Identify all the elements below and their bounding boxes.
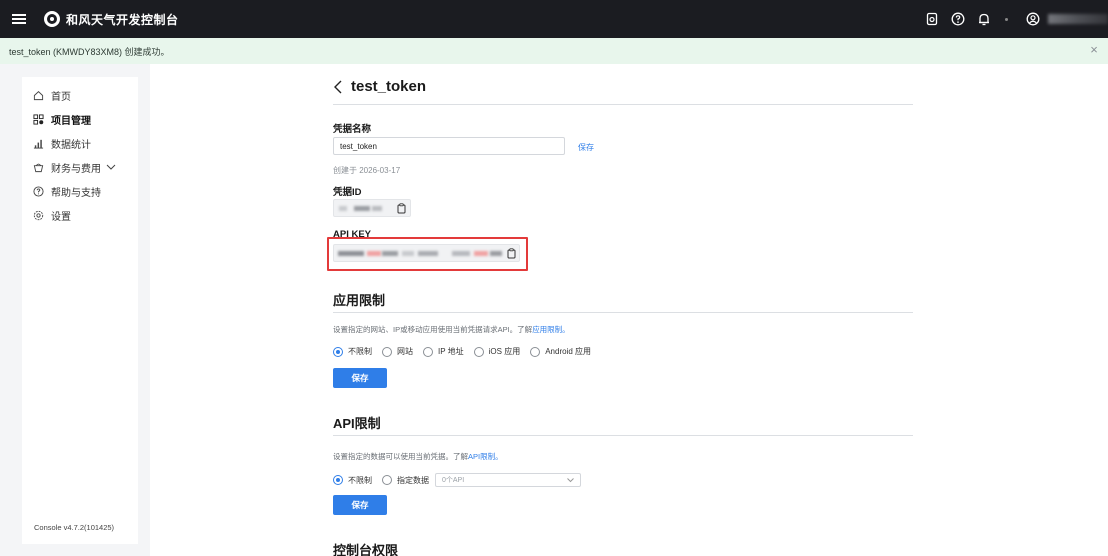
document-icon[interactable] <box>921 8 943 30</box>
credential-id-label: 凭据ID <box>333 187 362 198</box>
api-restriction-options: 不限制 指定数据 0个API <box>333 473 581 487</box>
app-restriction-save-button[interactable]: 保存 <box>333 368 387 388</box>
help-icon[interactable] <box>947 8 969 30</box>
sidebar-item-statistics[interactable]: 数据统计 <box>22 133 138 153</box>
sidebar-item-finance[interactable]: 财务与费用 <box>22 157 138 177</box>
sidebar-item-label: 数据统计 <box>51 139 91 151</box>
menu-icon[interactable] <box>12 12 30 26</box>
username-redacted[interactable] <box>1048 14 1108 24</box>
user-icon[interactable] <box>1022 8 1044 30</box>
radio-no-limit[interactable]: 不限制 <box>333 346 372 357</box>
radio-icon[interactable] <box>382 346 392 357</box>
api-key-value[interactable] <box>333 244 520 262</box>
console-permission-title: 控制台权限 <box>333 543 399 556</box>
api-select-dropdown[interactable]: 0个API <box>435 473 581 487</box>
divider <box>333 435 913 436</box>
page-title: test_token <box>351 78 427 95</box>
api-restriction-learn-link[interactable]: API限制。 <box>468 452 503 461</box>
banner-message: test_token (KMWDY83XM8) 创建成功。 <box>9 46 170 57</box>
radio-android[interactable]: Android 应用 <box>530 346 591 357</box>
sidebar-item-settings[interactable]: 设置 <box>22 205 138 225</box>
top-bar: 和风天气开发控制台 <box>0 0 1108 38</box>
app-restriction-options: 不限制 网站 IP 地址 iOS 应用 Android 应用 <box>333 346 601 357</box>
created-date: 创建于 2026-03-17 <box>333 166 401 175</box>
radio-icon[interactable] <box>423 346 433 357</box>
bell-icon[interactable] <box>973 8 995 30</box>
radio-no-limit[interactable]: 不限制 <box>333 475 372 486</box>
credential-name-label: 凭据名称 <box>333 124 372 135</box>
sidebar: 首页 项目管理 数据统计 财务与费用 帮助与支持 设置 Console v4.7… <box>22 77 138 544</box>
close-icon[interactable]: × <box>1088 43 1100 56</box>
divider <box>333 104 913 105</box>
sidebar-item-help[interactable]: 帮助与支持 <box>22 181 138 201</box>
radio-icon[interactable] <box>382 475 392 485</box>
radio-checked-icon[interactable] <box>333 475 343 485</box>
separator-dot <box>1005 17 1008 21</box>
api-restriction-save-button[interactable]: 保存 <box>333 495 387 515</box>
radio-icon[interactable] <box>530 346 541 357</box>
logo-icon[interactable] <box>44 11 60 27</box>
radio-ip[interactable]: IP 地址 <box>423 346 464 357</box>
chevron-down-icon <box>567 477 574 483</box>
radio-website[interactable]: 网站 <box>382 346 413 357</box>
settings-icon <box>32 209 44 221</box>
sidebar-item-label: 首页 <box>51 91 71 103</box>
sidebar-item-label: 财务与费用 <box>51 163 101 175</box>
sidebar-item-label: 项目管理 <box>51 115 91 127</box>
sidebar-item-label: 帮助与支持 <box>51 187 101 199</box>
wallet-icon <box>32 161 44 173</box>
success-banner: test_token (KMWDY83XM8) 创建成功。 × <box>0 38 1108 64</box>
sidebar-item-label: 设置 <box>51 211 71 223</box>
app-restriction-title: 应用限制 <box>333 293 386 308</box>
help-circle-icon <box>32 185 44 197</box>
divider <box>333 312 913 313</box>
api-restriction-description: 设置指定的数据可以使用当前凭据。了解API限制。 <box>333 452 503 461</box>
sidebar-item-home[interactable]: 首页 <box>22 85 138 105</box>
app-title[interactable]: 和风天气开发控制台 <box>66 11 179 28</box>
radio-checked-icon[interactable] <box>333 346 343 357</box>
copy-icon[interactable] <box>396 203 407 214</box>
version-label: Console v4.7.2(101425) <box>34 523 115 532</box>
bar-chart-icon <box>32 137 44 149</box>
save-name-link[interactable]: 保存 <box>578 142 594 153</box>
sidebar-item-projects[interactable]: 项目管理 <box>22 109 138 129</box>
credential-id-value[interactable] <box>333 199 411 217</box>
home-icon <box>32 89 44 101</box>
app-restriction-learn-link[interactable]: 应用限制。 <box>532 325 570 334</box>
api-restriction-title: API限制 <box>333 416 381 431</box>
credential-name-input[interactable] <box>333 137 565 155</box>
app-restriction-description: 设置指定的网站、IP或移动应用使用当前凭据请求API。了解应用限制。 <box>333 325 570 334</box>
main-panel: test_token 凭据名称 保存 创建于 2026-03-17 凭据ID A… <box>150 64 1108 556</box>
copy-icon[interactable] <box>506 248 517 259</box>
radio-specific-data[interactable]: 指定数据 <box>382 475 429 486</box>
radio-icon[interactable] <box>473 346 484 357</box>
top-bar-actions <box>917 0 1108 38</box>
grid-icon <box>32 113 44 125</box>
radio-ios[interactable]: iOS 应用 <box>473 346 520 357</box>
chevron-down-icon[interactable] <box>106 163 116 171</box>
back-arrow-icon[interactable] <box>333 79 347 95</box>
page-header: test_token <box>333 78 426 95</box>
